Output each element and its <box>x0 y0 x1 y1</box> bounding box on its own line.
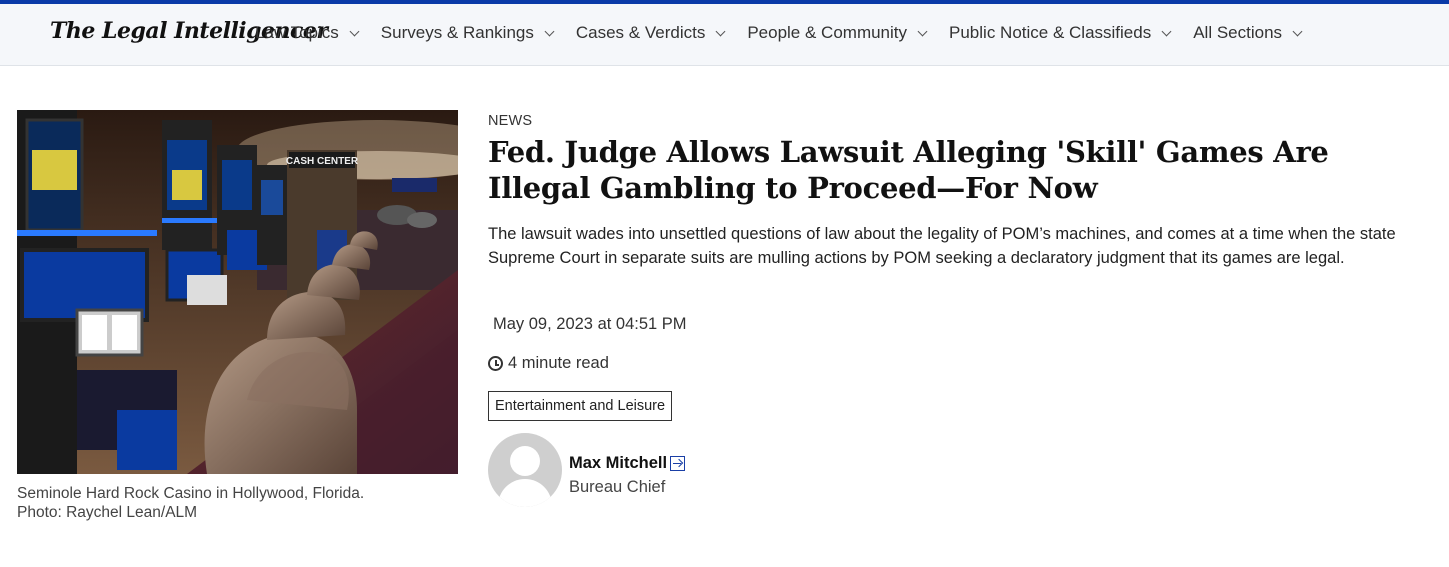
chevron-down-icon <box>917 26 928 36</box>
casino-photo: CASH CENTER <box>17 110 458 474</box>
nav-label: All Sections <box>1193 23 1283 42</box>
site-header: The Legal Intelligencer Law Topics Surve… <box>0 4 1449 66</box>
nav-law-topics[interactable]: Law Topics <box>255 23 360 43</box>
author-name-link[interactable]: Max Mitchell <box>569 454 686 473</box>
nav-label: Cases & Verdicts <box>575 23 706 42</box>
nav-surveys-rankings[interactable]: Surveys & Rankings <box>380 23 555 43</box>
nav-public-notice[interactable]: Public Notice & Classifieds <box>949 23 1172 43</box>
nav-label: People & Community <box>747 23 908 42</box>
image-credit: Photo: Raychel Lean/ALM <box>17 504 198 521</box>
nav-label: Law Topics <box>255 23 339 42</box>
cash-center-sign: CASH CENTER <box>286 156 359 167</box>
read-time-label: 4 minute read <box>508 354 609 372</box>
author-title: Bureau Chief <box>569 478 666 496</box>
topic-tag[interactable]: Entertainment and Leisure <box>488 391 673 421</box>
author-avatar[interactable] <box>488 433 562 507</box>
image-caption-text: Seminole Hard Rock Casino in Hollywood, … <box>17 485 365 502</box>
chevron-down-icon <box>1161 26 1172 36</box>
chevron-down-icon <box>715 26 726 36</box>
article-hero-image[interactable]: CASH CENTER <box>17 110 458 474</box>
nav-label: Surveys & Rankings <box>380 23 534 42</box>
image-caption: Seminole Hard Rock Casino in Hollywood, … <box>17 484 458 522</box>
author-name: Max Mitchell <box>569 454 668 472</box>
main-nav: Law Topics Surveys & Rankings Cases & Ve… <box>255 23 1324 43</box>
article-headline: Fed. Judge Allows Lawsuit Alleging 'Skil… <box>488 135 1329 205</box>
chevron-down-icon <box>544 26 555 36</box>
nav-label: Public Notice & Classifieds <box>949 23 1152 42</box>
read-time: 4 minute read <box>488 354 609 373</box>
nav-all-sections[interactable]: All Sections <box>1193 23 1303 43</box>
article-kicker[interactable]: NEWS <box>488 113 532 129</box>
article-summary: The lawsuit wades into unsettled questio… <box>488 225 1396 267</box>
nav-cases-verdicts[interactable]: Cases & Verdicts <box>575 23 726 43</box>
clock-icon <box>488 356 503 371</box>
chevron-down-icon <box>349 26 360 36</box>
nav-people-community[interactable]: People & Community <box>747 23 928 43</box>
chevron-down-icon <box>1292 26 1303 36</box>
article-date: May 09, 2023 at 04:51 PM <box>493 315 687 333</box>
follow-arrow-icon[interactable] <box>670 456 686 471</box>
